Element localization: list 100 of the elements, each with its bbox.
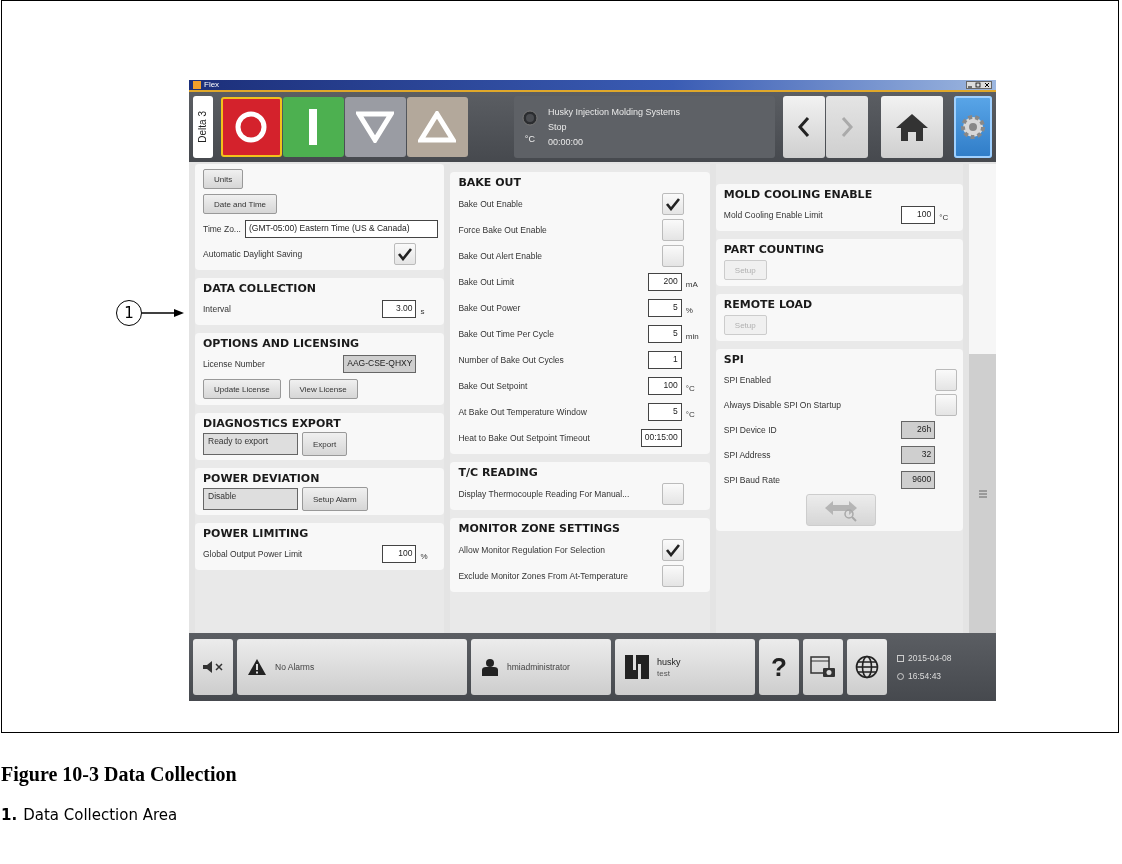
unit-label: s	[420, 307, 425, 316]
checkbox[interactable]	[661, 192, 684, 215]
section-title: POWER DEVIATION	[203, 471, 321, 486]
field-label: Bake Out Power	[458, 302, 522, 313]
field-label: Bake Out Setpoint	[458, 380, 529, 391]
checkbox[interactable]	[394, 243, 417, 265]
chevron-right-icon	[840, 116, 854, 138]
checkbox-label: Automatic Daylight Saving	[203, 249, 304, 259]
value-field[interactable]: 100	[647, 376, 682, 395]
triangle-up-icon	[418, 111, 457, 143]
down-button[interactable]	[344, 97, 406, 157]
checkbox[interactable]	[661, 482, 684, 505]
unit-label: °C	[524, 134, 535, 144]
checkbox[interactable]	[661, 218, 684, 241]
scroll-bar[interactable]	[969, 164, 996, 633]
start-button[interactable]	[282, 97, 344, 157]
checkbox-label: Display Thermocouple Reading For Manual...	[458, 488, 631, 499]
checkbox[interactable]	[935, 394, 958, 416]
value-field[interactable]: AAG-CSE-QHXY	[343, 355, 417, 373]
company-name: Husky Injection Molding Systems	[547, 107, 680, 117]
field-label: Bake Out Time Per Cycle	[458, 328, 555, 339]
section-title: SPI	[723, 352, 745, 367]
mute-button[interactable]	[193, 639, 233, 695]
unit-label: min	[685, 331, 699, 341]
status-display: Disable	[203, 488, 298, 510]
bar-icon	[308, 109, 319, 145]
user-button[interactable]: hmiadministrator	[471, 639, 611, 695]
value-field[interactable]: 5	[647, 324, 682, 343]
section-title: T/C READING	[458, 465, 539, 480]
field-label: At Bake Out Temperature Window	[458, 406, 588, 417]
checkbox-label: Exclude Monitor Zones From At-Temperature	[458, 570, 630, 581]
figure-caption: Figure 10-3 Data Collection	[1, 763, 238, 786]
back-button[interactable]	[783, 96, 825, 158]
alarms-button[interactable]: No Alarms	[237, 639, 467, 695]
value-field[interactable]: 9600	[901, 471, 936, 489]
checkbox-label: Force Bake Out Enable	[458, 224, 548, 235]
machine-state: Stop	[547, 122, 568, 132]
checkbox[interactable]	[661, 538, 684, 561]
setting-button[interactable]: Export	[302, 432, 348, 456]
value-field[interactable]: 00:15:00	[640, 428, 682, 447]
field-label: SPI Address	[723, 450, 772, 460]
setting-button[interactable]: Units	[203, 169, 244, 189]
value-field[interactable]: 200	[647, 272, 682, 291]
field-label: Heat to Bake Out Setpoint Timeout	[458, 432, 591, 443]
value-field[interactable]: 1	[647, 350, 682, 369]
window-title: Flex	[204, 80, 221, 90]
section-title: POWER LIMITING	[203, 526, 310, 541]
setting-button[interactable]: View License	[288, 379, 358, 399]
status-display: Ready to export	[203, 433, 298, 455]
globe-icon	[855, 655, 879, 679]
home-button[interactable]	[881, 96, 943, 158]
field-label: Global Output Power Limit	[203, 549, 304, 559]
legend-text: Data Collection Area	[23, 806, 178, 824]
window-controls-icon[interactable]	[966, 81, 992, 89]
up-button[interactable]	[406, 97, 468, 157]
value-field[interactable]: 26h	[901, 421, 936, 439]
setting-button[interactable]: Date and Time	[203, 194, 278, 214]
machine-tab[interactable]: Delta 3	[193, 96, 213, 158]
time-zone-field[interactable]: (GMT-05:00) Eastern Time (US & Canada)	[244, 220, 439, 238]
section-title: DATA COLLECTION	[203, 281, 317, 296]
speaker-muted-icon	[202, 660, 224, 674]
triangle-down-icon	[356, 111, 395, 143]
unit-label: %	[420, 552, 428, 561]
value-field[interactable]: 5	[647, 402, 682, 421]
unit-label: °C	[685, 383, 695, 393]
app-icon	[193, 81, 201, 89]
window-camera-icon	[810, 655, 836, 679]
callout-arrow	[142, 308, 184, 318]
checkbox-label: Allow Monitor Regulation For Selection	[458, 544, 606, 555]
checkbox[interactable]	[935, 369, 958, 391]
ring-icon	[234, 110, 269, 144]
unit-label: mA	[685, 279, 698, 289]
setting-button[interactable]: Setup Alarm	[302, 487, 368, 511]
value-field[interactable]: 100	[901, 206, 936, 224]
settings-button[interactable]	[954, 96, 992, 158]
stop-button[interactable]	[220, 97, 282, 157]
screenshot-button[interactable]	[803, 639, 843, 695]
unit-label: °C	[685, 409, 695, 419]
help-button[interactable]: ?	[759, 639, 799, 695]
checkbox[interactable]	[661, 564, 684, 587]
language-button[interactable]	[847, 639, 887, 695]
date-text: 2015-04-08	[908, 653, 952, 663]
clock-icon	[897, 672, 904, 680]
section-title: OPTIONS AND LICENSING	[203, 336, 361, 351]
user-icon	[481, 658, 499, 676]
field-label: Bake Out Limit	[458, 276, 516, 287]
value-field[interactable]: 5	[647, 298, 682, 317]
brand-name: husky	[657, 656, 681, 667]
section-title: BAKE OUT	[458, 175, 522, 190]
field-label: SPI Device ID	[723, 425, 778, 435]
value-field[interactable]: 3.00	[382, 300, 417, 318]
value-field[interactable]: 32	[901, 446, 936, 464]
cycle-time: 00:00:00	[547, 137, 584, 147]
setting-button[interactable]: Update License	[203, 379, 281, 399]
unit-label: %	[685, 305, 693, 315]
status-lamp-icon	[521, 110, 538, 126]
value-field[interactable]: 100	[382, 545, 417, 563]
checkbox[interactable]	[661, 244, 684, 267]
checkbox-label: Always Disable SPI On Startup	[723, 400, 842, 410]
home-icon	[895, 112, 929, 142]
